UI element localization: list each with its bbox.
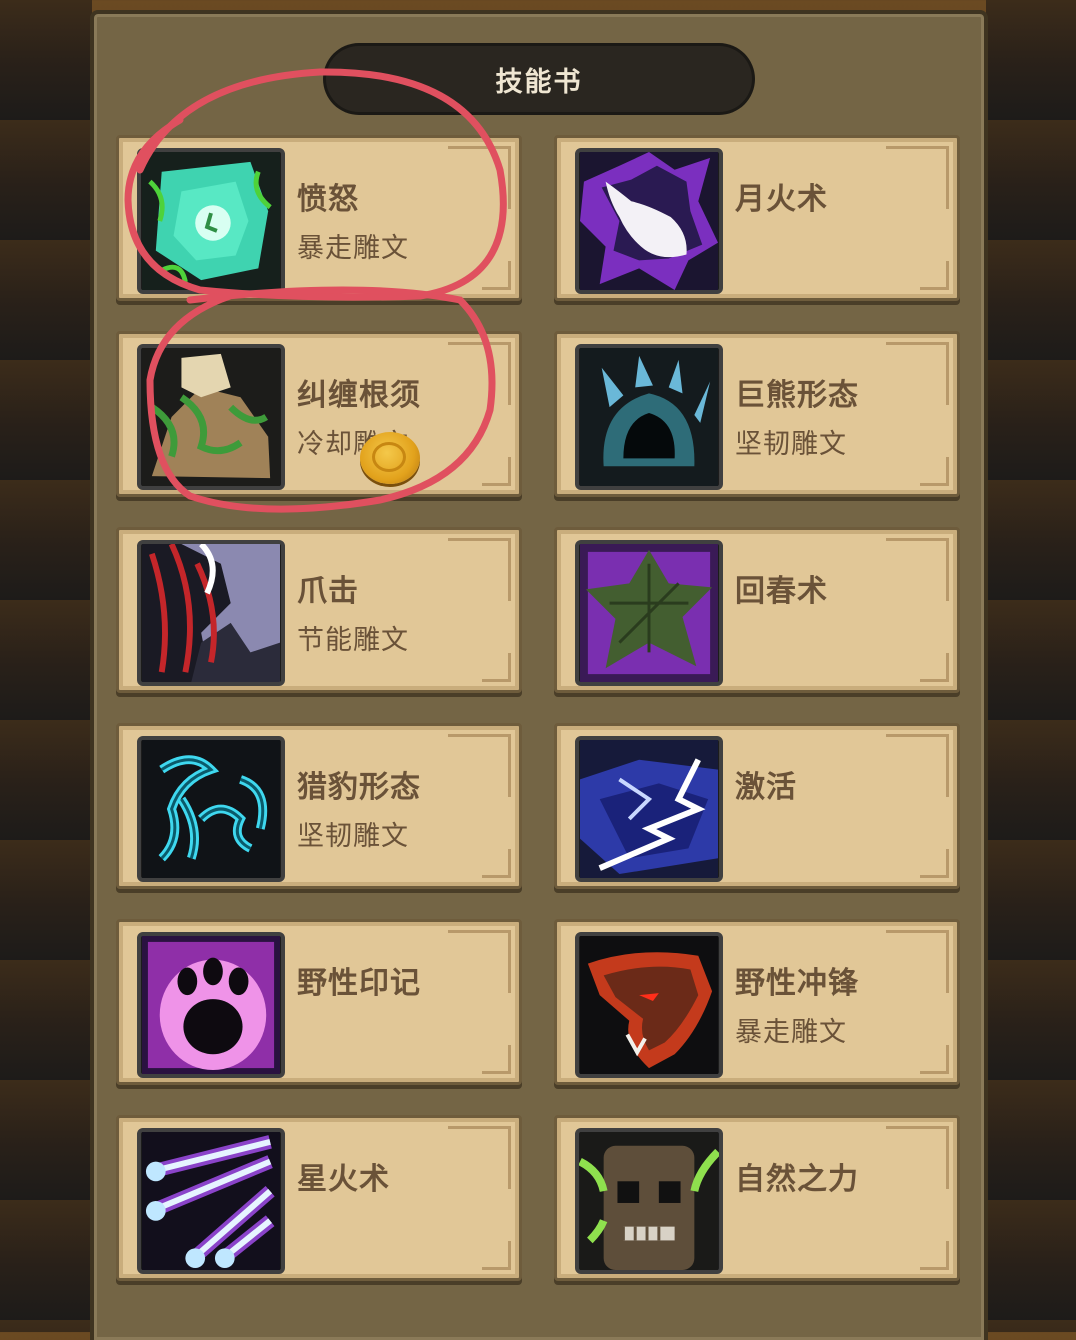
skill-card-starfire[interactable]: 星火术 [116, 1115, 522, 1281]
skill-glyph: 节能雕文 [297, 625, 409, 656]
entangling-roots-icon [137, 344, 285, 490]
skill-name: 激活 [735, 770, 797, 805]
skill-card-bear-form[interactable]: 巨熊形态 坚韧雕文 [554, 331, 960, 497]
skill-glyph: 坚韧雕文 [735, 429, 847, 460]
moonfire-icon [575, 148, 723, 294]
skill-name: 愤怒 [297, 182, 359, 217]
skill-card-force-of-nature[interactable]: 自然之力 [554, 1115, 960, 1281]
skill-glyph: 坚韧雕文 [297, 821, 409, 852]
skill-name: 猎豹形态 [297, 770, 421, 805]
rage-icon [137, 148, 285, 294]
skill-name: 野性冲锋 [735, 966, 859, 1001]
skill-name: 回春术 [735, 574, 828, 609]
skill-name: 巨熊形态 [735, 378, 859, 413]
skill-card-claw[interactable]: 爪击 节能雕文 [116, 527, 522, 693]
skill-name: 爪击 [297, 574, 359, 609]
skill-card-cat-form[interactable]: 猎豹形态 坚韧雕文 [116, 723, 522, 889]
claw-icon [137, 540, 285, 686]
skill-glyph: 暴走雕文 [735, 1017, 847, 1048]
innervate-icon [575, 736, 723, 882]
skill-card-wild-charge[interactable]: 野性冲锋 暴走雕文 [554, 919, 960, 1085]
cat-form-icon [137, 736, 285, 882]
skill-name: 自然之力 [735, 1162, 859, 1197]
background-right [986, 0, 1076, 1332]
wild-charge-icon [575, 932, 723, 1078]
starfire-icon [137, 1128, 285, 1274]
skill-name: 纠缠根须 [297, 378, 421, 413]
bear-form-icon [575, 344, 723, 490]
skill-name: 月火术 [735, 182, 828, 217]
force-of-nature-icon [575, 1128, 723, 1274]
coin-icon [360, 432, 420, 484]
skill-name: 星火术 [297, 1162, 390, 1197]
skill-card-rage[interactable]: 愤怒 暴走雕文 [116, 135, 522, 301]
skill-card-mark-of-the-wild[interactable]: 野性印记 [116, 919, 522, 1085]
background-left [0, 0, 92, 1332]
skill-card-entangling-roots[interactable]: 纠缠根须 冷却雕文 [116, 331, 522, 497]
skill-card-rejuvenation[interactable]: 回春术 [554, 527, 960, 693]
title-plate: 技能书 [326, 46, 752, 112]
skill-card-innervate[interactable]: 激活 [554, 723, 960, 889]
skill-glyph: 暴走雕文 [297, 233, 409, 264]
rejuvenation-icon [575, 540, 723, 686]
skill-name: 野性印记 [297, 966, 421, 1001]
skill-card-moonfire[interactable]: 月火术 [554, 135, 960, 301]
page-title: 技能书 [495, 66, 583, 98]
mark-of-the-wild-icon [137, 932, 285, 1078]
